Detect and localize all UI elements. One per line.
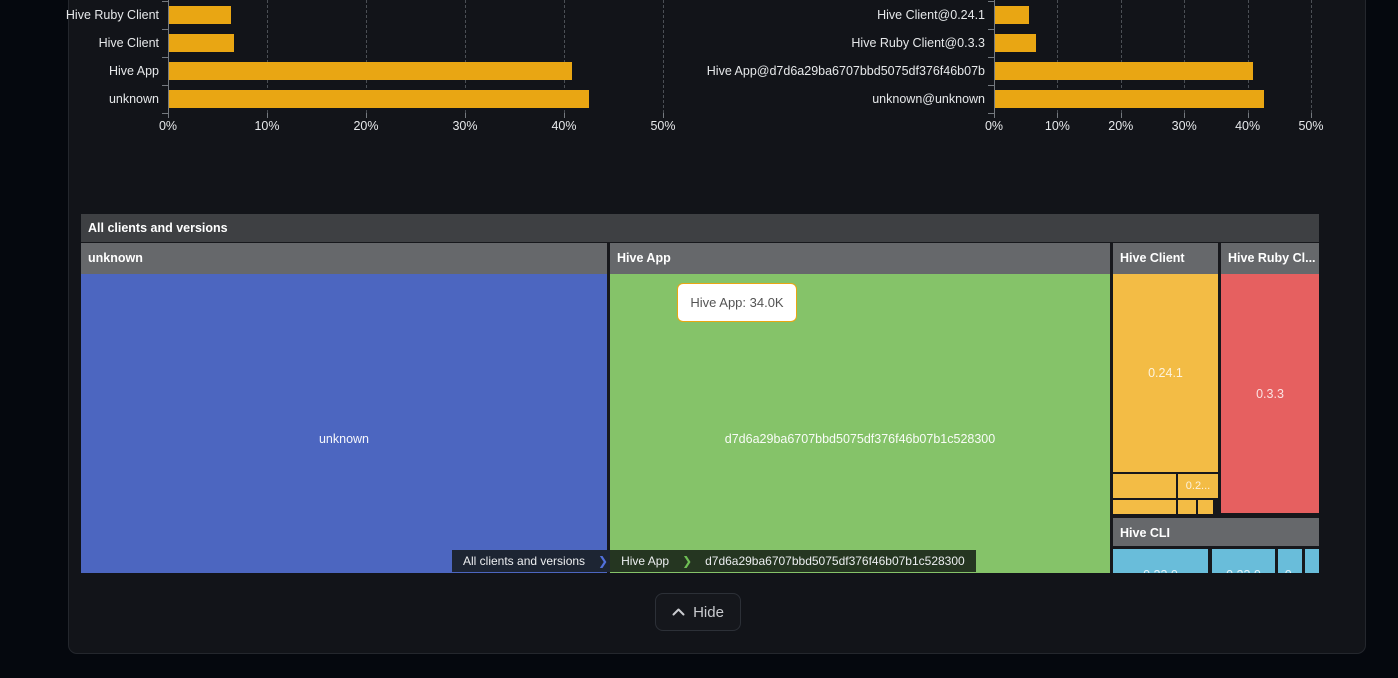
category-axis-tick [162,1,168,2]
treemap-block-hive-cli-0-23-0b[interactable]: 0.23.0 [1212,549,1275,573]
value-tick-label: 40% [542,119,586,133]
category-axis-tick [988,57,994,58]
treemap-block-hive-client-sub[interactable] [1198,500,1213,514]
chevron-right-icon: ❯ [680,550,694,572]
chevron-up-icon [672,608,685,616]
bar-hive-client[interactable] [169,34,234,52]
treemap-block-hive-ruby-0-3-3[interactable]: 0.3.3 [1221,274,1319,513]
treemap-header-hive-cli[interactable]: Hive CLI [1113,518,1319,546]
bar-hive-client-0-24-1[interactable] [995,6,1029,24]
treemap-header-label: Hive Client [1113,243,1218,274]
treemap-block-hive-client-0-24-1[interactable]: 0.24.1 [1113,274,1218,472]
category-label: Hive Ruby Client@0.3.3 [698,29,985,57]
bar-hive-ruby-client[interactable] [169,6,231,24]
treemap-block-hive-client-sub[interactable] [1113,474,1176,498]
value-axis-tick [1121,113,1122,118]
hide-button-label: Hide [693,604,724,621]
value-tick-label: 30% [1162,119,1206,133]
hide-button[interactable]: Hide [655,593,741,631]
treemap-block-hive-cli-0-23-0[interactable]: 0.23.0 [1113,549,1208,573]
value-gridline [663,0,664,113]
value-axis-tick [994,113,995,118]
value-tick-label: 10% [245,119,289,133]
category-label: Hive App [0,57,159,85]
treemap-header-label: unknown [81,243,607,274]
value-tick-label: 50% [641,119,685,133]
client-share-bar-chart: 0% 10% 20% 30% 40% 50% Hive Ruby ClientHive Cl… [0,0,698,140]
category-axis-tick [162,85,168,86]
breadcrumb-hive-app[interactable]: Hive App [610,550,680,572]
treemap-header-label: Hive CLI [1113,518,1319,546]
treemap-header-label: Hive App [610,243,1110,274]
category-label: unknown [0,85,159,113]
bar-unknown-unknown[interactable] [995,90,1264,108]
value-axis-tick [564,113,565,118]
category-axis-tick [162,29,168,30]
category-axis-tick [988,85,994,86]
treemap-block-hive-client-sub[interactable] [1113,500,1176,514]
value-gridline [1311,0,1312,113]
bar-hive-app[interactable] [169,62,572,80]
value-axis-tick [663,113,664,118]
treemap-breadcrumb: All clients and versions ❯ Hive App ❯ d7… [452,550,976,572]
category-label: Hive App@d7d6a29ba6707bbd5075df376f46b07… [698,57,985,85]
treemap-block-hive-cli-sub[interactable] [1305,549,1319,573]
category-axis-tick [162,57,168,58]
category-label: Hive Client@0.24.1 [698,1,985,29]
value-axis-tick [465,113,466,118]
breadcrumb-all-clients[interactable]: All clients and versions [452,550,596,572]
value-tick-label: 0% [146,119,190,133]
treemap-block-hive-cli-0[interactable]: 0. [1278,549,1302,573]
value-axis-tick [1248,113,1249,118]
value-axis-tick [1057,113,1058,118]
treemap-block-hive-client-0-2[interactable]: 0.2... [1178,474,1218,498]
breadcrumb-version-hash[interactable]: d7d6a29ba6707bbd5075df376f46b07b1c528300 [694,550,976,572]
value-axis-tick [1184,113,1185,118]
bar-hive-ruby-client-0-3-3[interactable] [995,34,1036,52]
category-axis-tick [162,113,168,114]
value-tick-label: 20% [1099,119,1143,133]
treemap-block-hive-client-sub[interactable] [1178,500,1196,514]
bar-hive-app-d7d6a29ba6707bbd5075df376f46b07b[interactable] [995,62,1253,80]
clients-treemap: All clients and versions unknown unknown… [81,214,1319,573]
value-axis-tick [267,113,268,118]
category-label: Hive Client [0,29,159,57]
value-tick-label: 0% [972,119,1016,133]
bar-unknown[interactable] [169,90,589,108]
dashboard-panel: 0%10%20%30%40%50%Hive Ruby ClientHive Cl… [0,0,1398,678]
category-label: unknown@unknown [698,85,985,113]
category-axis-tick [988,1,994,2]
treemap-header-hive-ruby-client[interactable]: Hive Ruby Cl... [1221,243,1319,274]
value-axis-tick [1311,113,1312,118]
client-version-share-bar-chart: 0%10%20%30%40%50%Hive Client@0.24.1Hive … [698,0,1398,140]
treemap-header-hive-client[interactable]: Hive Client [1113,243,1218,274]
value-tick-label: 20% [344,119,388,133]
treemap-title: All clients and versions [81,214,1319,242]
value-tick-label: 50% [1289,119,1333,133]
value-axis-tick [366,113,367,118]
treemap-header-unknown[interactable]: unknown [81,243,607,274]
category-axis-tick [988,113,994,114]
category-axis-tick [988,29,994,30]
treemap-header-label: Hive Ruby Cl... [1221,243,1319,274]
value-tick-label: 30% [443,119,487,133]
value-tick-label: 40% [1226,119,1270,133]
treemap-header-hive-app[interactable]: Hive App [610,243,1110,274]
category-label: Hive Ruby Client [0,1,159,29]
value-tick-label: 10% [1035,119,1079,133]
treemap-tooltip: Hive App: 34.0K [677,283,797,322]
treemap-title-bar: All clients and versions [81,214,1319,242]
value-axis-tick [168,113,169,118]
treemap-block-unknown[interactable]: unknown [81,274,607,573]
chevron-right-icon: ❯ [596,550,610,572]
